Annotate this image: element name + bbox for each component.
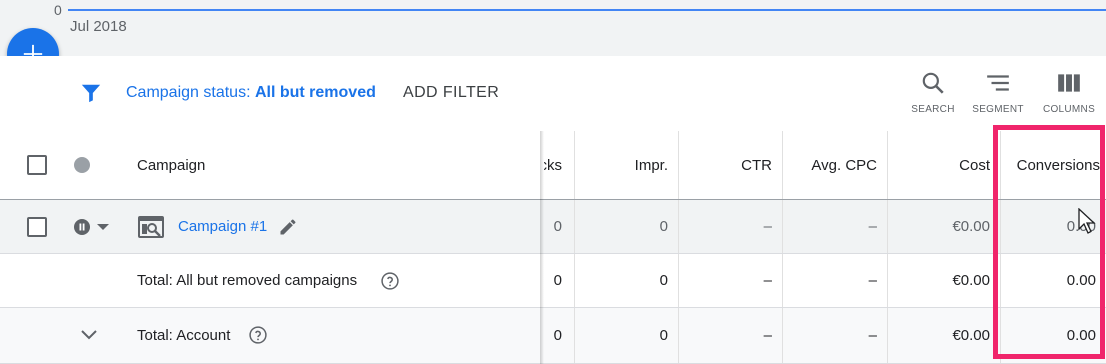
column-header-avg-cpc[interactable]: Avg. CPC bbox=[782, 131, 887, 199]
column-header-impr[interactable]: Impr. bbox=[574, 131, 678, 199]
add-filter-button[interactable]: ADD FILTER bbox=[403, 84, 499, 102]
total-filtered-label: Total: All but removed campaigns bbox=[137, 272, 358, 289]
columns-icon bbox=[1058, 74, 1080, 92]
status-dropdown-icon[interactable] bbox=[96, 223, 110, 231]
cost-cell: €0.00 bbox=[887, 200, 1000, 253]
search-tool-label: SEARCH bbox=[911, 104, 955, 115]
total-account-label: Total: Account bbox=[137, 327, 231, 344]
ctr-cell: – bbox=[678, 200, 782, 253]
search-tool-button[interactable]: SEARCH bbox=[898, 70, 968, 115]
select-all-checkbox[interactable] bbox=[27, 155, 47, 175]
ctr-cell: – bbox=[678, 308, 782, 363]
column-header-cost[interactable]: Cost bbox=[887, 131, 1000, 199]
filter-bar: Campaign status: All but removed ADD FIL… bbox=[0, 56, 1106, 131]
column-header-campaign[interactable]: Campaign bbox=[137, 131, 205, 199]
help-icon[interactable] bbox=[380, 271, 400, 291]
search-campaign-type-icon bbox=[138, 216, 164, 238]
search-icon bbox=[922, 72, 944, 94]
impr-cell: 0 bbox=[574, 254, 678, 307]
clicks-cell: 0 bbox=[553, 272, 562, 289]
row-checkbox[interactable] bbox=[27, 217, 47, 237]
chart-zero-label: 0 bbox=[54, 2, 62, 18]
campaigns-table: Campaign cks Impr. CTR Avg. CPC Cost Con… bbox=[0, 131, 1106, 364]
chart-date-label: Jul 2018 bbox=[70, 18, 127, 35]
impr-cell: 0 bbox=[574, 200, 678, 253]
avg-cpc-cell: – bbox=[782, 308, 887, 363]
columns-tool-button[interactable]: COLUMNS bbox=[1034, 70, 1104, 115]
clicks-cell: 0 bbox=[553, 327, 562, 344]
segment-icon bbox=[987, 75, 1009, 91]
clicks-cell: 0 bbox=[553, 218, 562, 235]
chart-line bbox=[68, 9, 1106, 11]
status-column-icon bbox=[74, 157, 90, 173]
ctr-cell: – bbox=[678, 254, 782, 307]
column-header-conversions[interactable]: Conversions bbox=[1000, 131, 1106, 199]
campaign-name-link[interactable]: Campaign #1 bbox=[178, 200, 267, 253]
segment-tool-label: SEGMENT bbox=[972, 104, 1024, 115]
filter-icon[interactable] bbox=[80, 82, 102, 104]
table-header-row: Campaign cks Impr. CTR Avg. CPC Cost Con… bbox=[0, 131, 1106, 200]
filter-value: All but removed bbox=[254, 84, 376, 101]
conversions-cell: 0.00 bbox=[1000, 308, 1106, 363]
table-row: Total: Account 0 0 – – €0.00 0.00 bbox=[0, 308, 1106, 364]
cost-cell: €0.00 bbox=[887, 254, 1000, 307]
conversions-cell: 0.00 bbox=[1000, 254, 1106, 307]
campaign-status-filter-chip[interactable]: Campaign status: All but removed bbox=[126, 84, 376, 102]
chevron-down-icon[interactable] bbox=[80, 329, 98, 341]
performance-chart-strip: 0 Jul 2018 bbox=[0, 0, 1106, 56]
table-row: Total: All but removed campaigns 0 0 – –… bbox=[0, 254, 1106, 308]
edit-pencil-icon[interactable] bbox=[278, 217, 298, 237]
mouse-cursor-icon bbox=[1078, 208, 1096, 234]
cost-cell: €0.00 bbox=[887, 308, 1000, 363]
column-header-clicks[interactable]: cks bbox=[544, 131, 574, 199]
column-header-ctr[interactable]: CTR bbox=[678, 131, 782, 199]
avg-cpc-cell: – bbox=[782, 200, 887, 253]
frozen-column-shadow bbox=[540, 131, 544, 364]
paused-status-icon[interactable] bbox=[74, 219, 90, 235]
help-icon[interactable] bbox=[248, 325, 268, 345]
columns-tool-label: COLUMNS bbox=[1042, 104, 1096, 115]
filter-prefix: Campaign status: bbox=[126, 84, 255, 101]
impr-cell: 0 bbox=[574, 308, 678, 363]
avg-cpc-cell: – bbox=[782, 254, 887, 307]
table-row: Campaign #1 0 0 – – €0.00 0.00 bbox=[0, 200, 1106, 254]
segment-tool-button[interactable]: SEGMENT bbox=[963, 70, 1033, 115]
